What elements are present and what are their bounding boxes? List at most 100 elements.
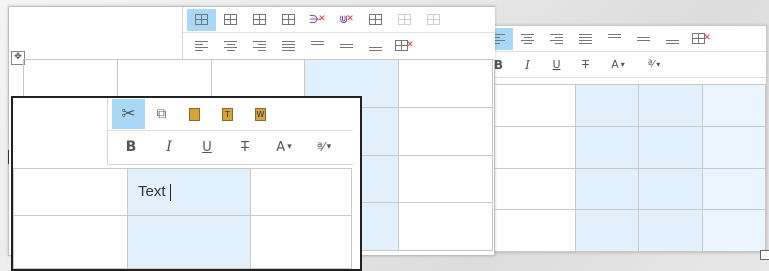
table-cell[interactable]	[701, 84, 767, 127]
alignment-row: ✕	[183, 32, 495, 58]
table-cell[interactable]	[484, 167, 576, 211]
table-cell[interactable]	[574, 125, 640, 169]
paste-button[interactable]	[178, 99, 211, 129]
valign-middle-icon	[637, 34, 650, 44]
font-color-button[interactable]: A ▾	[600, 54, 636, 76]
format-label: ª⁄	[647, 59, 655, 70]
align-center-button[interactable]	[513, 28, 542, 50]
table-cell[interactable]	[398, 154, 493, 204]
right-format-toolbar: B I U T A ▾ ª⁄ ▾	[484, 52, 766, 78]
valign-top-button[interactable]	[303, 35, 332, 57]
table-cell[interactable]	[701, 125, 767, 169]
underline-button[interactable]: U	[542, 54, 571, 76]
right-table	[484, 84, 767, 252]
cell-text: Text	[138, 183, 166, 201]
align-right-icon	[550, 33, 563, 44]
valign-bottom-button[interactable]	[658, 28, 687, 50]
copy-button[interactable]: ⧉	[145, 99, 178, 129]
table-cell[interactable]	[250, 215, 352, 269]
table-cell[interactable]	[574, 209, 640, 252]
align-right-button[interactable]	[245, 35, 274, 57]
text-cursor	[169, 183, 171, 201]
table-cell[interactable]	[398, 59, 493, 108]
insert-col-icon	[253, 14, 266, 25]
delete-table-button[interactable]: ✕	[687, 28, 716, 50]
table-tools-row: ⋺ ✕ ⋓ ✕	[183, 7, 495, 32]
align-right-icon	[253, 40, 266, 51]
align-justify-icon	[282, 40, 295, 51]
table-cell[interactable]	[13, 168, 128, 216]
valign-bottom-button[interactable]	[361, 35, 390, 57]
align-center-icon	[521, 33, 534, 44]
align-right-button[interactable]	[542, 28, 571, 50]
bold-button[interactable]: B	[112, 132, 150, 162]
delete-row-button[interactable]: ⋓ ✕	[332, 9, 361, 31]
table-cell[interactable]	[127, 215, 251, 269]
table-cell[interactable]	[638, 209, 703, 252]
table-cell[interactable]	[484, 84, 576, 127]
cell-props-button[interactable]	[419, 9, 448, 31]
underline-button[interactable]: U	[188, 132, 226, 162]
align-left-icon	[195, 40, 208, 51]
chevron-down-icon: ▾	[287, 142, 292, 152]
table-select-icon	[195, 14, 208, 25]
align-justify-icon	[579, 33, 592, 44]
align-center-button[interactable]	[216, 35, 245, 57]
table-cell[interactable]	[638, 125, 703, 169]
table-cell[interactable]	[638, 84, 703, 127]
table-cell[interactable]	[484, 209, 576, 252]
insert-row-button[interactable]	[274, 9, 303, 31]
valign-top-icon	[311, 40, 324, 51]
table-cell[interactable]	[484, 125, 576, 169]
format-dropdown-button[interactable]: ª⁄ ▾	[636, 54, 672, 76]
strikethrough-button[interactable]: T	[571, 54, 600, 76]
valign-middle-button[interactable]	[332, 35, 361, 57]
clipboard-row: ✂ ⧉ T W	[108, 98, 353, 130]
merge-cells-icon	[369, 14, 382, 25]
resize-handle[interactable]	[760, 250, 769, 260]
valign-top-button[interactable]	[600, 28, 629, 50]
delete-col-button[interactable]: ⋺ ✕	[303, 9, 332, 31]
table-cell[interactable]	[574, 84, 640, 127]
table-cell[interactable]	[250, 168, 352, 216]
cursor-tick	[8, 150, 9, 164]
valign-bottom-icon	[369, 41, 382, 51]
table-cell[interactable]	[638, 167, 703, 211]
align-left-button[interactable]	[187, 35, 216, 57]
split-cells-button[interactable]	[390, 9, 419, 31]
front-toolbar: ✂ ⧉ T W B I U T A ▾ ª⁄ ▾	[107, 98, 353, 165]
align-justify-button[interactable]	[274, 35, 303, 57]
format-dropdown-button[interactable]: ª⁄ ▾	[304, 132, 344, 162]
italic-button[interactable]: I	[513, 54, 542, 76]
split-cells-icon	[398, 14, 411, 25]
valign-bottom-icon	[666, 34, 679, 44]
format-label: ª⁄	[316, 140, 325, 154]
table-cell[interactable]	[398, 106, 493, 156]
merge-cells-button[interactable]	[361, 9, 390, 31]
strikethrough-button[interactable]: T	[226, 132, 264, 162]
table-cell[interactable]	[701, 167, 767, 211]
align-justify-button[interactable]	[571, 28, 600, 50]
table-cell[interactable]	[13, 215, 128, 269]
cut-button[interactable]: ✂	[112, 99, 145, 129]
table-cell[interactable]	[701, 209, 767, 252]
cut-icon: ✂	[121, 104, 136, 124]
copy-icon: ⧉	[156, 106, 167, 122]
paste-text-button[interactable]: T	[211, 99, 244, 129]
cell-props-icon	[427, 14, 440, 25]
table-cell[interactable]	[398, 202, 493, 251]
paste-word-button[interactable]: W	[244, 99, 277, 129]
table-cell-active[interactable]: Text	[127, 168, 251, 216]
font-color-label: A	[276, 139, 286, 155]
right-editor-window: ✕ B I U T A ▾ ª⁄ ▾	[483, 25, 767, 253]
paste-word-icon: W	[255, 107, 266, 121]
delete-table-button[interactable]: ✕	[390, 35, 419, 57]
font-color-button[interactable]: A ▾	[264, 132, 304, 162]
valign-middle-button[interactable]	[629, 28, 658, 50]
italic-button[interactable]: I	[150, 132, 188, 162]
table-props-button[interactable]	[216, 9, 245, 31]
insert-col-button[interactable]	[245, 9, 274, 31]
insert-row-icon	[282, 14, 295, 25]
table-select-button[interactable]	[187, 8, 216, 31]
table-cell[interactable]	[574, 167, 640, 211]
